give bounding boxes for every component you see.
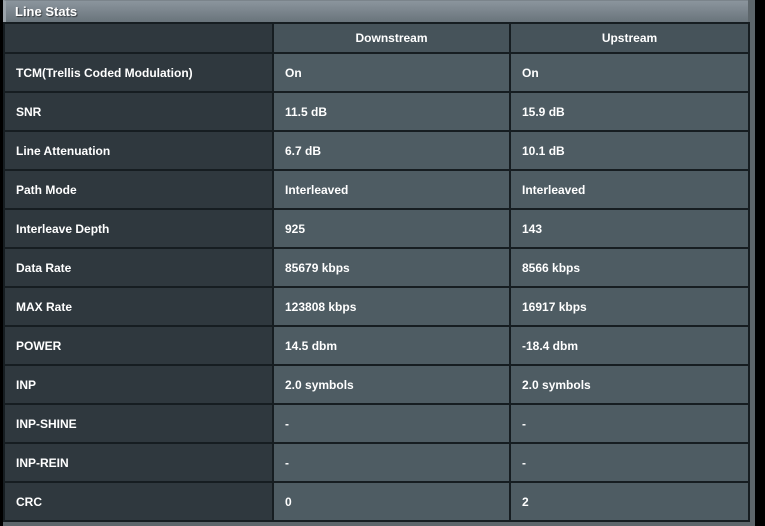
table-header-row: Downstream Upstream — [4, 23, 749, 53]
row-label: Interleave Depth — [4, 209, 273, 248]
upstream-value: 2.0 symbols — [510, 365, 749, 404]
table-row: Line Attenuation 6.7 dB 10.1 dB — [4, 131, 749, 170]
row-label: INP — [4, 365, 273, 404]
header-cell-empty — [4, 23, 273, 53]
upstream-value: 8566 kbps — [510, 248, 749, 287]
table-row: SNR 11.5 dB 15.9 dB — [4, 92, 749, 131]
table-row: TCM(Trellis Coded Modulation) On On — [4, 53, 749, 92]
row-label: Data Rate — [4, 248, 273, 287]
row-label: CRC — [4, 482, 273, 521]
upstream-value: - — [510, 443, 749, 482]
row-label: TCM(Trellis Coded Modulation) — [4, 53, 273, 92]
table-row: INP-REIN - - — [4, 443, 749, 482]
upstream-value: Interleaved — [510, 170, 749, 209]
upstream-value: - — [510, 404, 749, 443]
upstream-value: 15.9 dB — [510, 92, 749, 131]
upstream-value: 2 — [510, 482, 749, 521]
downstream-value: 2.0 symbols — [273, 365, 510, 404]
downstream-value: 6.7 dB — [273, 131, 510, 170]
row-label: POWER — [4, 326, 273, 365]
panel-title: Line Stats — [3, 0, 748, 22]
header-cell-downstream: Downstream — [273, 23, 510, 53]
upstream-value: 16917 kbps — [510, 287, 749, 326]
table-row: POWER 14.5 dbm -18.4 dbm — [4, 326, 749, 365]
downstream-value: 14.5 dbm — [273, 326, 510, 365]
downstream-value: Interleaved — [273, 170, 510, 209]
table-row: Data Rate 85679 kbps 8566 kbps — [4, 248, 749, 287]
downstream-value: 85679 kbps — [273, 248, 510, 287]
line-stats-table: Downstream Upstream TCM(Trellis Coded Mo… — [3, 22, 750, 522]
content-area: Line Stats Downstream Upstream TCM(Trell… — [3, 0, 755, 526]
header-cell-upstream: Upstream — [510, 23, 749, 53]
downstream-value: 123808 kbps — [273, 287, 510, 326]
row-label: INP-REIN — [4, 443, 273, 482]
row-label: Line Attenuation — [4, 131, 273, 170]
downstream-value: On — [273, 53, 510, 92]
upstream-value: 143 — [510, 209, 749, 248]
table-row: INP 2.0 symbols 2.0 symbols — [4, 365, 749, 404]
table-row: MAX Rate 123808 kbps 16917 kbps — [4, 287, 749, 326]
table-row: Path Mode Interleaved Interleaved — [4, 170, 749, 209]
row-label: INP-SHINE — [4, 404, 273, 443]
table-row: Interleave Depth 925 143 — [4, 209, 749, 248]
row-label: Path Mode — [4, 170, 273, 209]
row-label: MAX Rate — [4, 287, 273, 326]
downstream-value: 11.5 dB — [273, 92, 510, 131]
upstream-value: On — [510, 53, 749, 92]
line-stats-panel: Line Stats Downstream Upstream TCM(Trell… — [3, 0, 748, 522]
table-row: INP-SHINE - - — [4, 404, 749, 443]
line-stats-rows: TCM(Trellis Coded Modulation) On On SNR … — [4, 53, 749, 521]
downstream-value: - — [273, 404, 510, 443]
upstream-value: 10.1 dB — [510, 131, 749, 170]
downstream-value: 0 — [273, 482, 510, 521]
row-label: SNR — [4, 92, 273, 131]
table-row: CRC 0 2 — [4, 482, 749, 521]
downstream-value: 925 — [273, 209, 510, 248]
upstream-value: -18.4 dbm — [510, 326, 749, 365]
downstream-value: - — [273, 443, 510, 482]
